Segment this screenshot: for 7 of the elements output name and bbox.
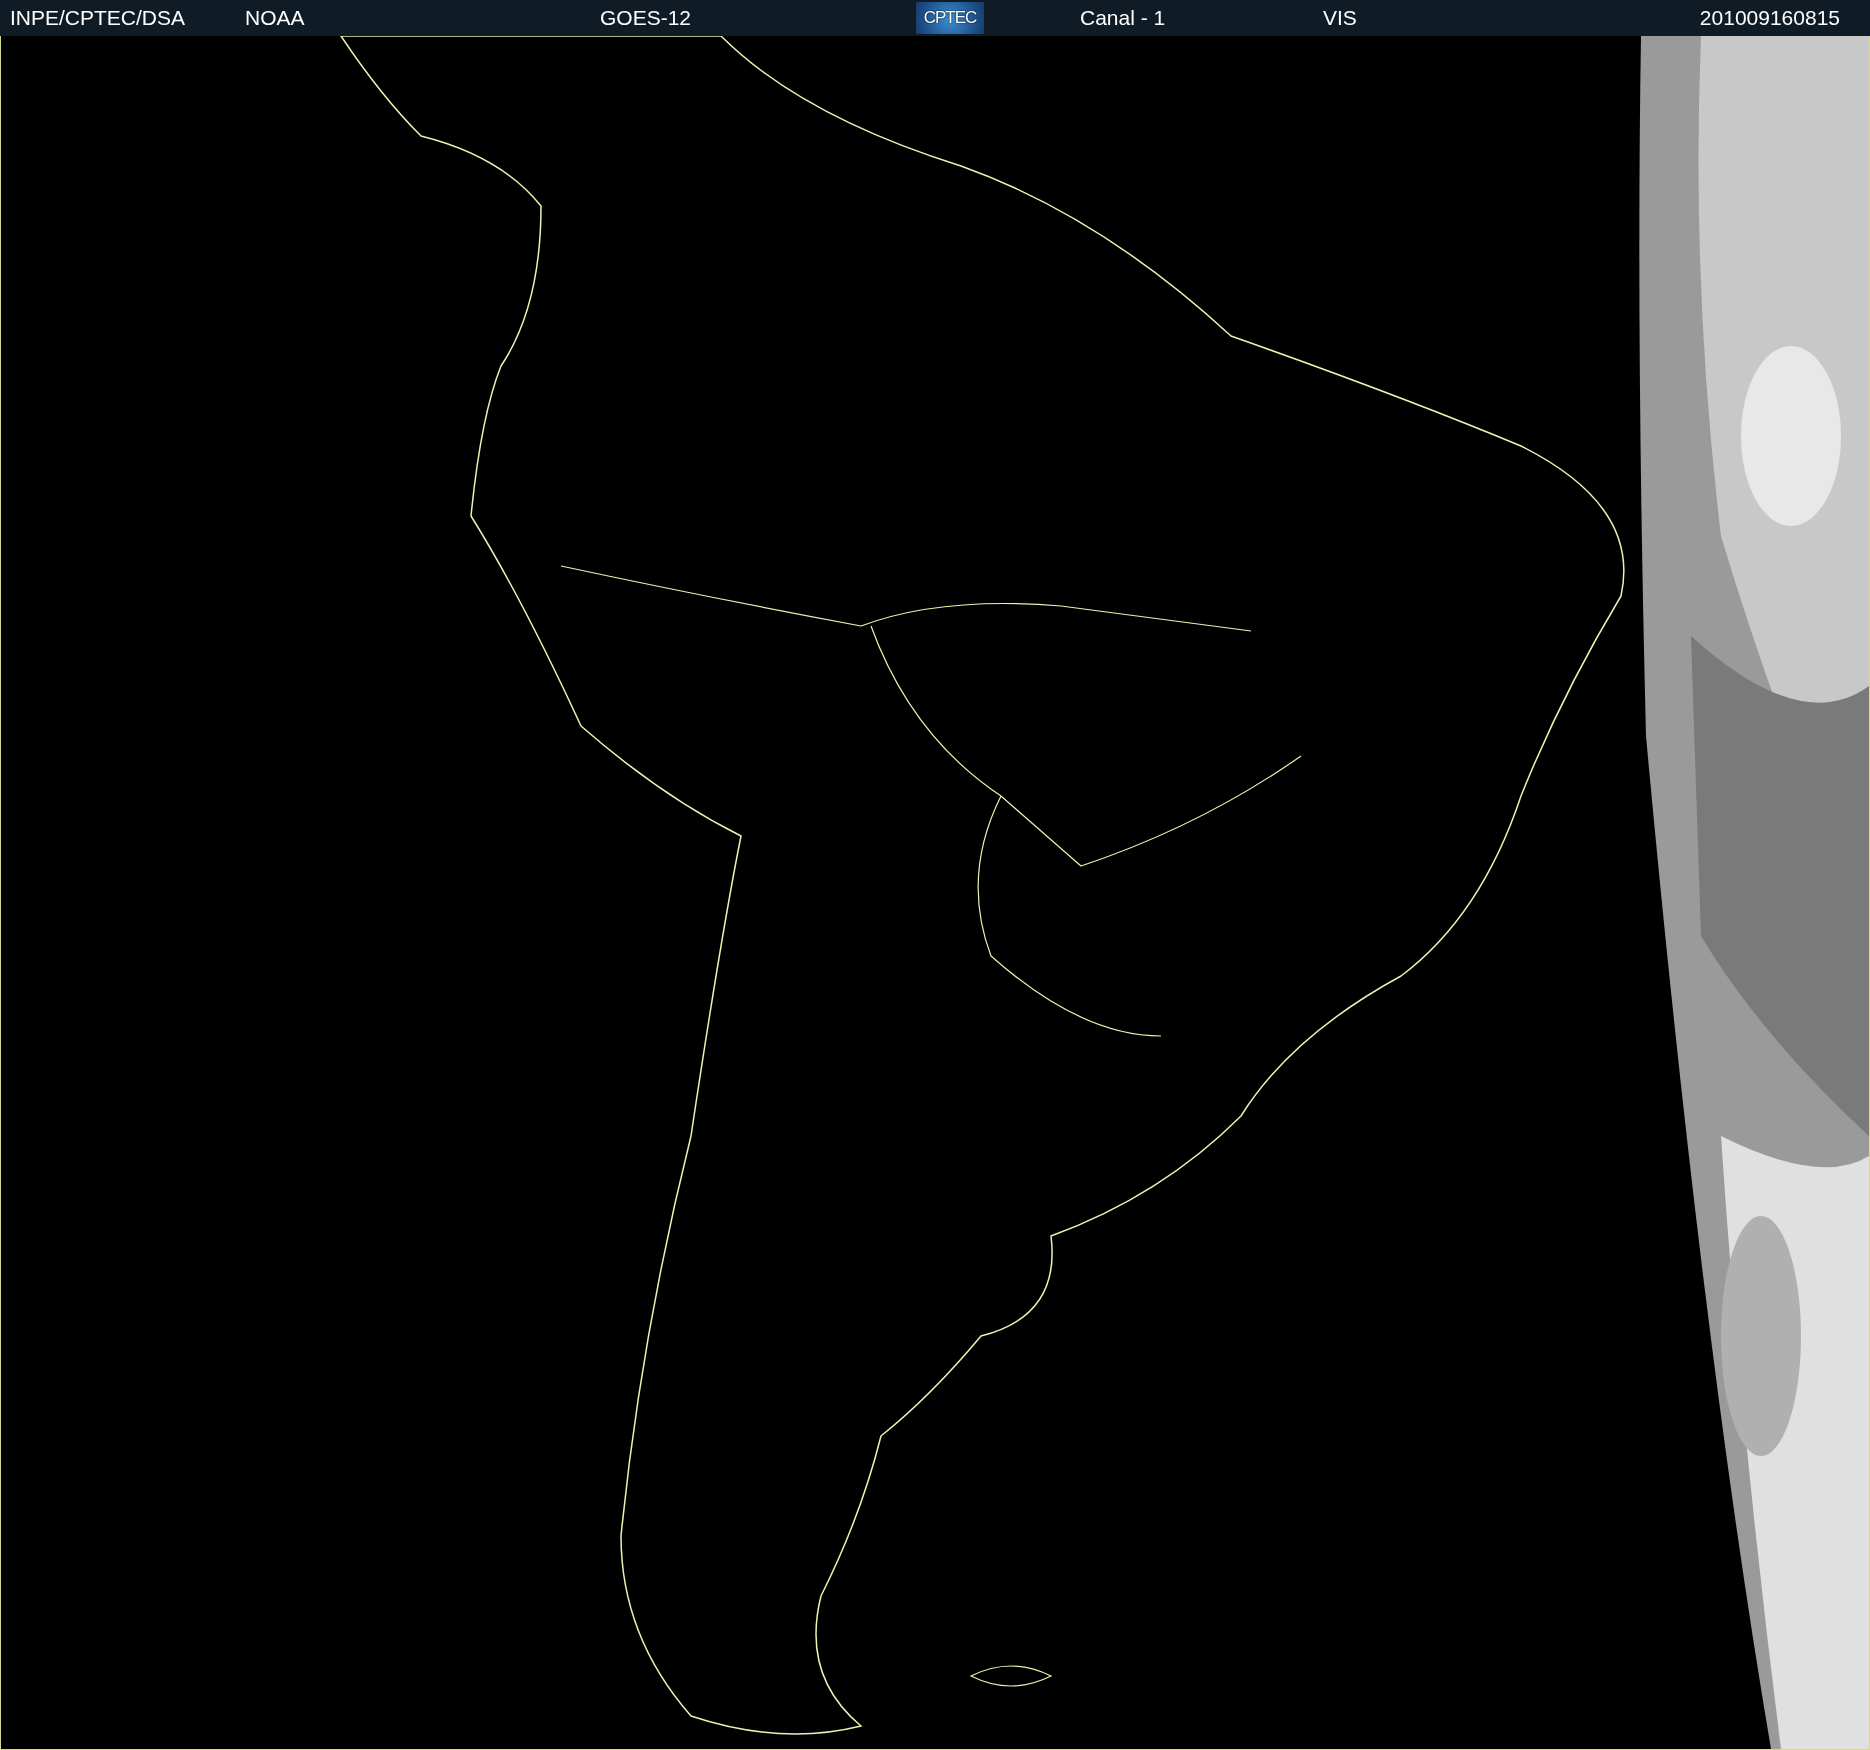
header-text: INPE/CPTEC/DSA xyxy=(10,6,187,30)
channel-label: Canal - 1 xyxy=(1080,6,1167,30)
timestamp: 201009160815 xyxy=(1699,6,1840,30)
header-text: NOAA xyxy=(245,6,306,30)
logo: CPTEC xyxy=(916,2,984,34)
satellite-name: GOES-12 xyxy=(600,6,693,30)
band-label: VIS xyxy=(1323,6,1358,30)
